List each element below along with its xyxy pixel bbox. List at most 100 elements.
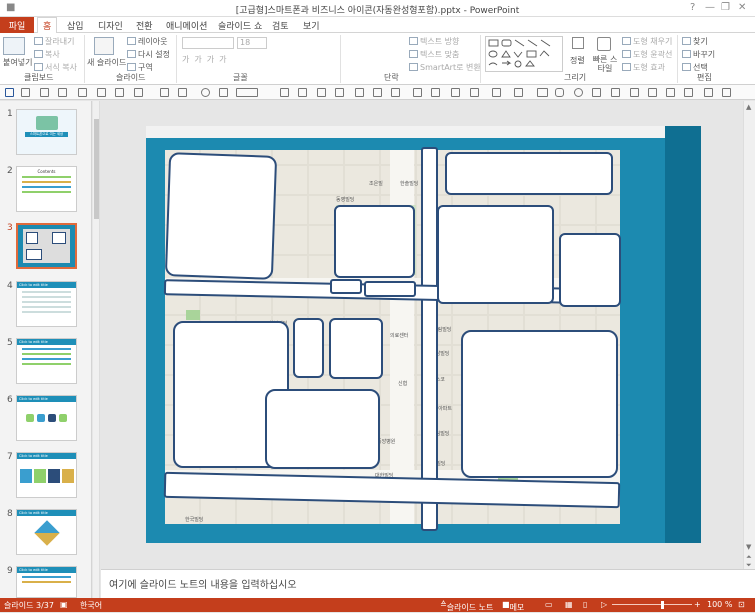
- spellcheck-icon[interactable]: ▣: [60, 600, 68, 609]
- paste-button[interactable]: 붙여넣기: [3, 57, 32, 68]
- slide-scrollbar[interactable]: ▲ ▼ ⏶ ⏷: [743, 101, 755, 569]
- scroll-down-icon[interactable]: ▼: [746, 543, 751, 551]
- tab-home[interactable]: 홈: [37, 17, 58, 34]
- copy-button[interactable]: 복사: [34, 49, 60, 60]
- arrow-right-shape-icon[interactable]: [611, 88, 620, 97]
- undo-icon[interactable]: [21, 88, 30, 97]
- customize-icon[interactable]: [722, 88, 731, 97]
- notes-pane[interactable]: 여기에 슬라이드 노트의 내용을 입력하십시오: [101, 569, 755, 598]
- arrange-button[interactable]: 정렬: [570, 55, 585, 66]
- block-shape[interactable]: [364, 281, 416, 297]
- redo-icon[interactable]: [40, 88, 49, 97]
- close-button[interactable]: ✕: [738, 2, 746, 13]
- picture-icon[interactable]: [115, 88, 124, 97]
- zoom-in-icon[interactable]: +: [694, 600, 701, 609]
- thumbnail-slide-7[interactable]: Click to edit title: [16, 452, 77, 498]
- pointer-icon[interactable]: [178, 88, 187, 97]
- font-name-input[interactable]: [182, 37, 234, 49]
- thumbnails-scrollbar[interactable]: [93, 101, 100, 598]
- road-vertical[interactable]: [421, 147, 438, 531]
- zoom-level[interactable]: 100 %: [707, 600, 732, 609]
- chart-icon[interactable]: [134, 88, 143, 97]
- normal-view-icon[interactable]: ▭: [545, 600, 553, 609]
- tab-transitions[interactable]: 전환: [136, 19, 153, 32]
- arrow-icon[interactable]: [373, 88, 382, 97]
- block-shape[interactable]: [559, 233, 621, 307]
- arrow-down-shape-icon[interactable]: [592, 88, 601, 97]
- find-button[interactable]: 찾기: [682, 36, 708, 47]
- eraser-icon[interactable]: [470, 88, 479, 97]
- smartart-button[interactable]: SmartArt로 변환: [409, 62, 481, 73]
- thumbnail-slide-8[interactable]: Click to edit title: [16, 509, 77, 555]
- block-shape[interactable]: [329, 318, 383, 379]
- new-slide-button[interactable]: 새 슬라이드: [87, 57, 126, 68]
- thumbnail-slide-1[interactable]: 스마트폰으로 여는 세상: [16, 109, 77, 155]
- maximize-button[interactable]: ❐: [721, 2, 730, 13]
- zoom-slider-thumb[interactable]: [661, 601, 664, 609]
- zoom-slider[interactable]: [612, 604, 692, 605]
- layout-button[interactable]: 레이아웃: [127, 36, 167, 47]
- tab-slideshow[interactable]: 슬라이드 쇼: [218, 19, 262, 32]
- line-weight-icon[interactable]: [236, 88, 258, 97]
- block-shape[interactable]: [330, 279, 362, 294]
- thumbnail-slide-5[interactable]: Click to edit title: [16, 338, 77, 384]
- block-shape[interactable]: [445, 152, 613, 195]
- lasso-icon[interactable]: [492, 88, 501, 97]
- block-shape[interactable]: [265, 389, 380, 469]
- replace-button[interactable]: 바꾸기: [682, 49, 715, 60]
- notes-toggle[interactable]: ≙ 슬라이드 노트: [440, 600, 493, 612]
- line-icon[interactable]: [355, 88, 364, 97]
- text-icon[interactable]: [704, 88, 713, 97]
- scroll-up-icon[interactable]: ▲: [746, 103, 751, 111]
- thumbnail-slide-6[interactable]: Click to edit title: [16, 395, 77, 441]
- ungroup-icon[interactable]: [298, 88, 307, 97]
- tab-animations[interactable]: 애니메이션: [166, 19, 207, 32]
- slideshow-view-icon[interactable]: ▷: [601, 600, 607, 609]
- font-color-icon[interactable]: [219, 88, 228, 97]
- align-text-button[interactable]: 텍스트 맞춤: [409, 49, 459, 60]
- color-icon[interactable]: [201, 88, 210, 97]
- pen-icon[interactable]: [451, 88, 460, 97]
- tab-review[interactable]: 검토: [272, 19, 289, 32]
- block-shape[interactable]: [293, 318, 324, 378]
- shape-outline-button[interactable]: 도형 윤곽선: [622, 49, 672, 60]
- shape-effects-button[interactable]: 도형 효과: [622, 62, 665, 73]
- tab-design[interactable]: 디자인: [98, 19, 123, 32]
- language-status[interactable]: 한국어: [80, 600, 102, 611]
- eyedropper-icon[interactable]: [431, 88, 440, 97]
- oval-icon[interactable]: [574, 88, 583, 97]
- callout-icon[interactable]: [666, 88, 675, 97]
- hand-icon[interactable]: [514, 88, 523, 97]
- block-shape[interactable]: [461, 330, 618, 478]
- bring-forward-icon[interactable]: [317, 88, 326, 97]
- help-button[interactable]: ?: [690, 2, 695, 13]
- tab-view[interactable]: 보기: [303, 19, 320, 32]
- text-box-icon[interactable]: [78, 88, 87, 97]
- shapes-gallery[interactable]: [485, 36, 563, 72]
- tab-file[interactable]: 파일: [0, 17, 34, 33]
- quick-styles-button[interactable]: 빠른 스타일: [590, 55, 620, 73]
- arrow-left-shape-icon[interactable]: [630, 88, 639, 97]
- thumbnail-slide-2[interactable]: Contents: [16, 166, 77, 212]
- block-shape[interactable]: [164, 152, 278, 280]
- triangle-icon[interactable]: [648, 88, 657, 97]
- connector-icon[interactable]: [391, 88, 400, 97]
- thumbnail-slide-3[interactable]: [16, 223, 77, 269]
- rounded-rectangle-icon[interactable]: [555, 88, 564, 97]
- cut-button[interactable]: 잘라내기: [34, 36, 74, 47]
- rectangle-icon[interactable]: [537, 88, 548, 97]
- crop-icon[interactable]: [413, 88, 422, 97]
- comments-toggle[interactable]: ■ 메모: [502, 600, 524, 612]
- slideshow-icon[interactable]: [58, 88, 67, 97]
- block-shape[interactable]: [437, 205, 554, 304]
- table-icon[interactable]: [97, 88, 106, 97]
- thumbnail-slide-4[interactable]: Click to edit title: [16, 281, 77, 327]
- text-direction-button[interactable]: 텍스트 방향: [409, 36, 459, 47]
- font-size-input[interactable]: 18: [237, 37, 267, 49]
- thumbnail-slide-9[interactable]: Click to edit title: [16, 566, 77, 598]
- tab-insert[interactable]: 삽입: [67, 19, 84, 32]
- block-shape[interactable]: [334, 205, 415, 278]
- font-format-buttons[interactable]: 가가가가: [182, 54, 231, 65]
- notes-placeholder[interactable]: 여기에 슬라이드 노트의 내용을 입력하십시오: [109, 576, 297, 591]
- reset-button[interactable]: 다시 설정: [127, 49, 170, 60]
